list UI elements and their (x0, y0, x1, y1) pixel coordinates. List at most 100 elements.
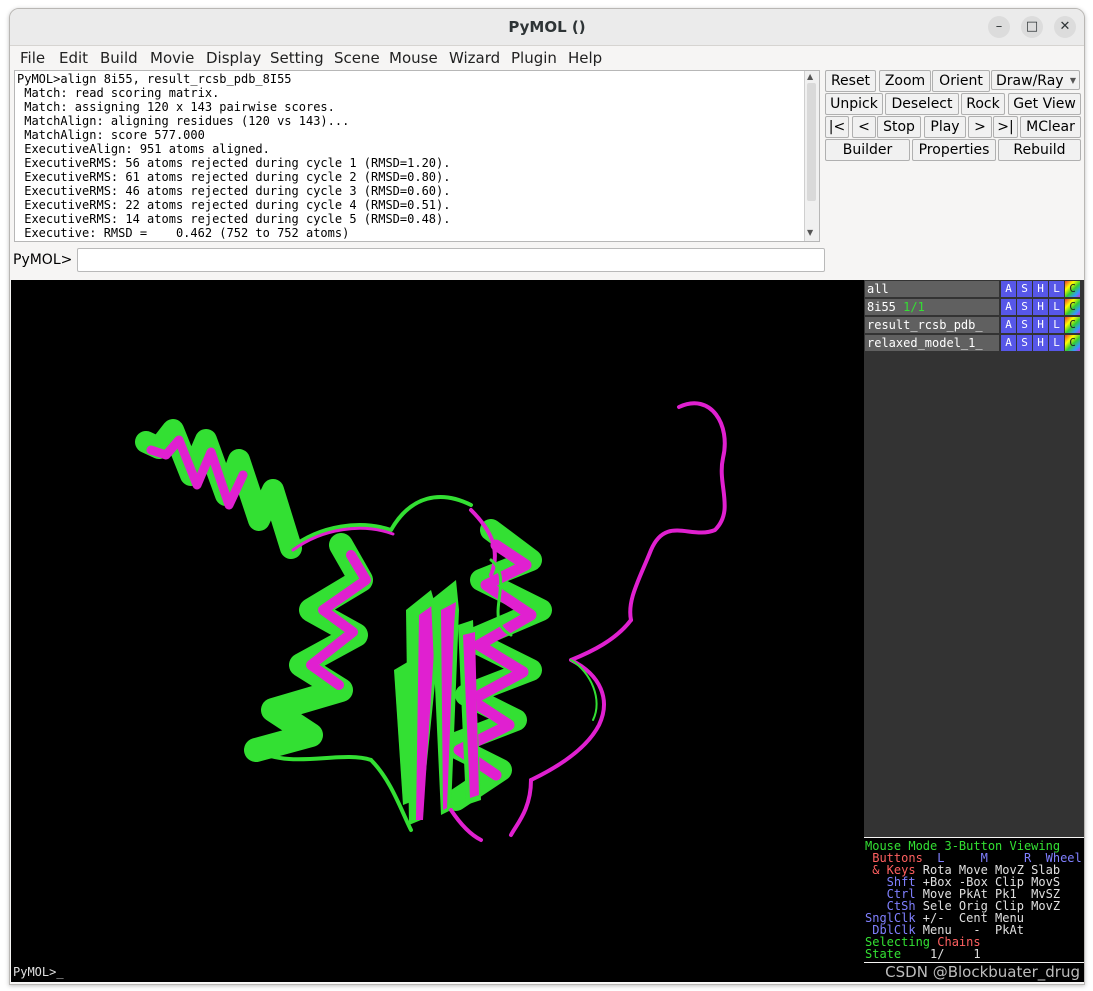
get-view-button[interactable]: Get View (1008, 93, 1081, 115)
zoom-button[interactable]: Zoom (879, 70, 931, 92)
output-console[interactable]: PyMOL>align 8i55, result_rcsb_pdb_8I55 M… (14, 70, 820, 242)
rewind-button[interactable]: |< (825, 116, 849, 138)
rebuild-button[interactable]: Rebuild (998, 139, 1081, 161)
color-button[interactable]: C (1065, 299, 1080, 315)
object-name[interactable]: all (865, 281, 999, 297)
show-button[interactable]: S (1017, 335, 1032, 351)
console-line: ExecutiveRMS: 14 atoms rejected during c… (17, 212, 451, 226)
back-button[interactable]: < (852, 116, 876, 138)
object-row-all[interactable]: all A S H L C (865, 281, 1083, 297)
pymol-window: PyMOL () – □ ✕ File Edit Build Movie Dis… (9, 8, 1085, 985)
console-line: MatchAlign: aligning residues (120 vs 14… (17, 114, 350, 128)
scroll-down-icon[interactable]: ▼ (807, 228, 813, 237)
label-button[interactable]: L (1049, 281, 1064, 297)
console-line: ExecutiveRMS: 61 atoms rejected during c… (17, 170, 451, 184)
draw-ray-button[interactable]: Draw/Ray ▼ (991, 70, 1080, 90)
object-row-result-rcsb[interactable]: result_rcsb_pdb_ A S H L C (865, 317, 1083, 333)
object-name-text: 8i55 (867, 300, 896, 314)
show-button[interactable]: S (1017, 299, 1032, 315)
label-button[interactable]: L (1049, 317, 1064, 333)
object-name-text: relaxed_model_1_ (867, 336, 983, 350)
menu-help[interactable]: Help (568, 49, 602, 67)
title-bar: PyMOL () – □ ✕ (10, 9, 1084, 46)
draw-ray-label: Draw/Ray (996, 73, 1064, 89)
console-line: ExecutiveRMS: 56 atoms rejected during c… (17, 156, 451, 170)
orient-button[interactable]: Orient (932, 70, 990, 92)
console-scrollbar[interactable]: ▲ ▼ (804, 71, 819, 241)
mclear-button[interactable]: MClear (1020, 116, 1081, 138)
maximize-button[interactable]: □ (1021, 16, 1043, 38)
minimize-button[interactable]: – (988, 16, 1010, 38)
menu-bar: File Edit Build Movie Display Setting Sc… (10, 46, 1084, 70)
color-button[interactable]: C (1065, 281, 1080, 297)
menu-display[interactable]: Display (206, 49, 261, 67)
state-value: 1/ 1 (908, 947, 981, 961)
protein-structure-render[interactable] (11, 280, 864, 982)
dropdown-arrow-icon: ▼ (1069, 76, 1076, 85)
watermark: CSDN @Blockbuater_drug (885, 963, 1080, 981)
show-button[interactable]: S (1017, 317, 1032, 333)
object-row-relaxed-model[interactable]: relaxed_model_1_ A S H L C (865, 335, 1083, 351)
console-line: ExecutiveRMS: 22 atoms rejected during c… (17, 198, 451, 212)
hide-button[interactable]: H (1033, 317, 1048, 333)
menu-edit[interactable]: Edit (59, 49, 88, 67)
label-button[interactable]: L (1049, 299, 1064, 315)
hide-button[interactable]: H (1033, 299, 1048, 315)
3d-viewport[interactable] (11, 280, 864, 982)
properties-button[interactable]: Properties (912, 139, 996, 161)
show-button[interactable]: S (1017, 281, 1032, 297)
color-button[interactable]: C (1065, 317, 1080, 333)
window-title: PyMOL () (508, 18, 586, 36)
state-label: State (865, 947, 909, 961)
end-button[interactable]: >| (993, 116, 1018, 138)
hide-button[interactable]: H (1033, 281, 1048, 297)
scroll-up-icon[interactable]: ▲ (807, 72, 813, 81)
console-line: PyMOL>align 8i55, result_rcsb_pdb_8I55 (17, 72, 292, 86)
action-button[interactable]: A (1001, 281, 1016, 297)
play-button[interactable]: Play (924, 116, 966, 138)
console-line: Match: read scoring matrix. (17, 86, 220, 100)
object-state: 1/1 (903, 300, 925, 314)
rock-button[interactable]: Rock (961, 93, 1005, 115)
object-row-8i55[interactable]: 8i55 1/1 A S H L C (865, 299, 1083, 315)
console-text: PyMOL>align 8i55, result_rcsb_pdb_8I55 M… (17, 72, 450, 240)
object-name[interactable]: relaxed_model_1_ (865, 335, 999, 351)
menu-setting[interactable]: Setting (270, 49, 324, 67)
object-name[interactable]: 8i55 1/1 (865, 299, 999, 315)
hide-button[interactable]: H (1033, 335, 1048, 351)
color-button[interactable]: C (1065, 335, 1080, 351)
unpick-button[interactable]: Unpick (825, 93, 883, 115)
deselect-button[interactable]: Deselect (885, 93, 959, 115)
console-line: ExecutiveAlign: 951 atoms aligned. (17, 142, 270, 156)
mouse-mode-panel[interactable]: Mouse Mode 3-Button Viewing Buttons L M … (864, 838, 1084, 962)
bottom-prompt: PyMOL>_ (13, 965, 64, 979)
menu-scene[interactable]: Scene (334, 49, 380, 67)
builder-button[interactable]: Builder (825, 139, 910, 161)
menu-wizard[interactable]: Wizard (449, 49, 500, 67)
menu-movie[interactable]: Movie (150, 49, 194, 67)
object-panel: all A S H L C 8i55 1/1 A S H L C result_… (864, 280, 1084, 837)
close-button[interactable]: ✕ (1054, 16, 1076, 38)
menu-file[interactable]: File (20, 49, 45, 67)
command-prompt-label: PyMOL> (13, 252, 73, 268)
reset-button[interactable]: Reset (825, 70, 876, 92)
state-row: State 1/ 1 (865, 948, 981, 960)
stop-button[interactable]: Stop (877, 116, 921, 138)
action-button[interactable]: A (1001, 299, 1016, 315)
console-line: Match: assigning 120 x 143 pairwise scor… (17, 100, 335, 114)
console-line: ExecutiveRMS: 46 atoms rejected during c… (17, 184, 451, 198)
label-button[interactable]: L (1049, 335, 1064, 351)
scrollbar-thumb[interactable] (807, 83, 816, 201)
console-line: Executive: RMSD = 0.462 (752 to 752 atom… (17, 226, 350, 240)
menu-build[interactable]: Build (100, 49, 138, 67)
action-button[interactable]: A (1001, 335, 1016, 351)
bottom-command-line[interactable]: PyMOL>_ CSDN @Blockbuater_drug (11, 963, 1084, 982)
object-name-text: all (867, 282, 889, 296)
action-button[interactable]: A (1001, 317, 1016, 333)
object-name[interactable]: result_rcsb_pdb_ (865, 317, 999, 333)
menu-mouse[interactable]: Mouse (389, 49, 438, 67)
forward-button[interactable]: > (968, 116, 992, 138)
object-name-text: result_rcsb_pdb_ (867, 318, 983, 332)
menu-plugin[interactable]: Plugin (511, 49, 557, 67)
command-input[interactable] (77, 248, 825, 272)
